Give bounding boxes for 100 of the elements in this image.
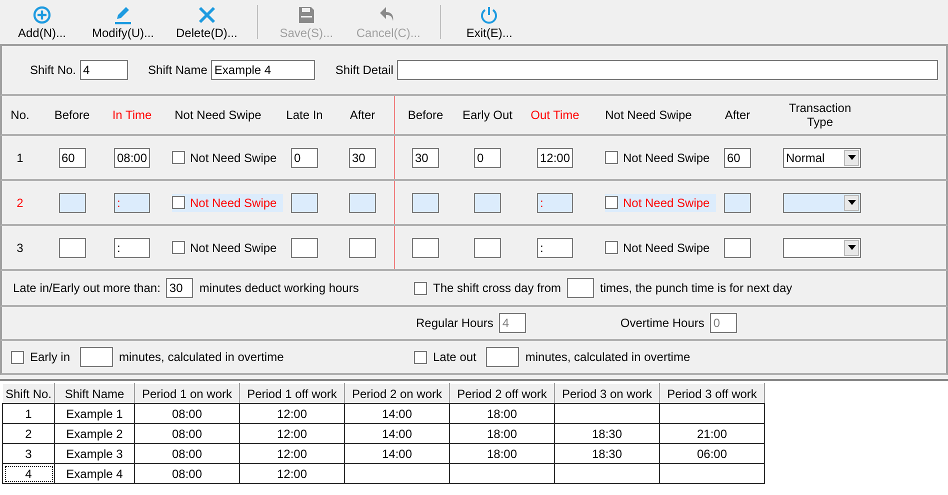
checkbox[interactable] [414,350,427,364]
dropdown[interactable] [783,238,861,258]
minutes-field[interactable]: 60 [58,148,86,168]
table-cell: Example 4 [54,464,134,484]
time-field[interactable]: 08:00 [114,148,150,168]
column-header: Period 3 on work [554,384,660,404]
dropdown[interactable]: Normal [783,148,861,168]
column-header: Period 1 on work [134,384,240,404]
column-header: Before [408,108,444,122]
table-cell: 1 [2,404,54,424]
toolbar-button[interactable]: Exit(E)... [455,2,524,42]
minutes-field[interactable] [724,238,751,258]
table-cell: 08:00 [134,404,240,424]
caret-icon [848,200,856,205]
option-label: Late in/Early out more than: [13,281,160,295]
checkbox[interactable]: Not Need Swipe [172,148,283,166]
table-cell: 08:00 [134,464,240,484]
toolbar-button[interactable]: Delete(D)... [170,2,244,42]
table-cell: 12:00 [240,404,344,424]
checkbox[interactable] [414,282,427,294]
minutes-field[interactable] [486,347,520,367]
checkbox[interactable]: Not Need Swipe [605,238,716,256]
option-label: The shift cross day from [433,281,562,295]
table-cell: 12:00 [240,464,344,484]
minutes-field[interactable]: 0 [291,148,318,168]
toolbar-button[interactable]: Add(N)... [8,2,76,42]
text-field[interactable]: 4 [80,60,128,80]
caret-icon [848,245,856,250]
table-cell: 08:00 [134,424,240,444]
minutes-field[interactable]: 30 [166,278,194,298]
column-header: Not Need Swipe [174,108,262,122]
minutes-field[interactable] [80,347,114,367]
column-header: Transaction Type [788,101,852,129]
column-header: Shift Name [54,384,134,404]
column-header: No. [10,108,30,122]
option-label: Early in [30,350,70,364]
table-cell: Example 3 [54,444,134,464]
minutes-field[interactable] [58,192,86,212]
column-header: Before [54,108,90,122]
toolbar-button[interactable]: Modify(U)... [86,2,160,42]
caret-icon [848,155,856,160]
option-label: minutes deduct working hours [199,281,359,295]
text-field[interactable]: Example 4 [211,60,316,80]
times-field[interactable] [567,278,594,298]
option-label: Late out [433,350,476,364]
checkbox[interactable] [11,350,24,364]
time-field[interactable]: : [537,238,573,258]
minutes-field[interactable] [412,192,439,212]
text-field[interactable] [397,60,938,80]
close-icon [196,4,217,24]
minutes-field[interactable] [724,192,751,212]
column-header: Period 1 off work [240,384,344,404]
minutes-field[interactable] [412,238,439,258]
field-label: Shift Detail [335,63,394,77]
column-header: Period 3 off work [660,384,764,404]
table-cell: 12:00 [240,444,344,464]
pencil-icon [113,4,133,24]
column-header: Late In [286,108,323,122]
table-cell: 3 [2,444,54,464]
column-header: After [724,108,750,122]
minutes-field[interactable]: 0 [474,148,501,168]
minutes-field[interactable]: 30 [412,148,439,168]
table-cell: 2 [2,424,54,444]
minutes-field[interactable]: 30 [349,148,376,168]
table-cell: 06:00 [660,444,764,464]
option-label: Regular Hours [416,316,494,330]
table-cell: 14:00 [344,424,450,444]
column-header: Period 2 on work [344,384,450,404]
power-icon [479,4,500,24]
table-cell: 18:00 [450,404,554,424]
checkbox[interactable]: Not Need Swipe [172,238,283,256]
table-cell: 4 [2,464,54,484]
minutes-field[interactable]: 60 [724,148,751,168]
minutes-field[interactable] [474,192,501,212]
table-cell: 08:00 [134,444,240,464]
checkbox[interactable]: Not Need Swipe [605,148,716,166]
option-label: minutes, calculated in overtime [525,350,690,364]
option-label: Overtime Hours [620,316,704,330]
column-header: Period 2 off work [450,384,554,404]
dropdown[interactable] [783,192,861,212]
minutes-field[interactable] [58,238,86,258]
table-cell: 18:30 [554,444,660,464]
table-cell: 12:00 [240,424,344,444]
table-cell: 14:00 [344,404,450,424]
minutes-field[interactable] [291,192,318,212]
table-cell: 18:00 [450,424,554,444]
minutes-field[interactable] [349,238,376,258]
minutes-field[interactable] [474,238,501,258]
minutes-field[interactable] [349,192,376,212]
column-header: In Time [112,108,152,122]
table-cell: 14:00 [344,444,450,464]
column-header: Early Out [462,108,512,122]
minutes-field[interactable] [291,238,318,258]
field-label: Shift No. [30,63,76,77]
column-header: After [350,108,376,122]
plus-circle-icon [32,4,52,24]
table-cell: 18:30 [554,424,660,444]
time-field[interactable]: 12:00 [537,148,573,168]
table-cell: 21:00 [660,424,764,444]
time-field[interactable]: : [114,238,150,258]
